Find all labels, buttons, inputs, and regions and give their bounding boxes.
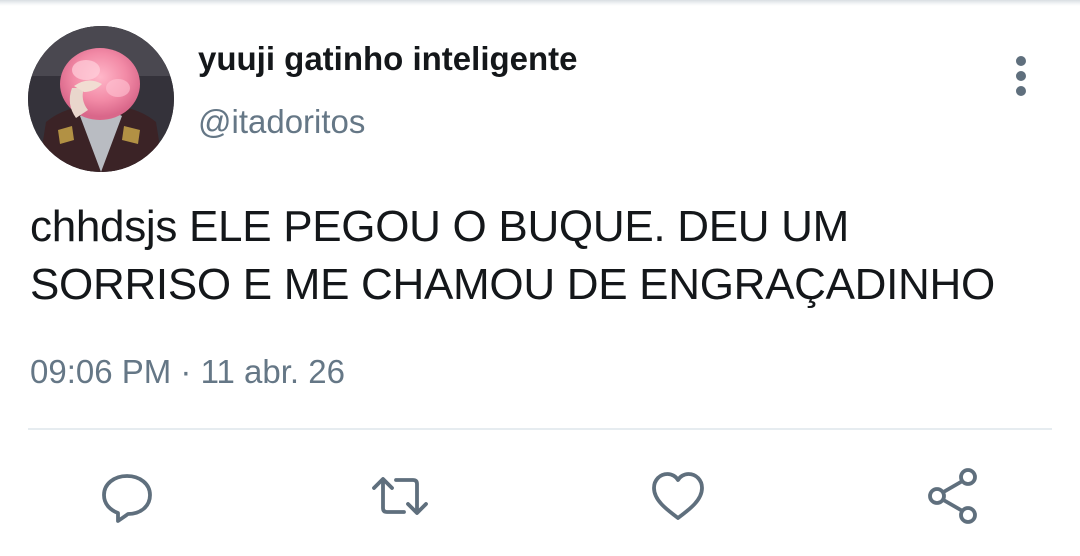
heart-icon xyxy=(652,472,704,520)
tweet-text-line: chhdsjs ELE PEGOU O BUQUE. DEU UM xyxy=(30,202,849,251)
divider xyxy=(28,428,1052,430)
top-edge-shadow xyxy=(0,0,1080,6)
like-button[interactable] xyxy=(648,466,708,526)
user-handle[interactable]: @itadoritos xyxy=(198,103,365,141)
tweet-text: chhdsjs ELE PEGOU O BUQUE. DEU UM SORRIS… xyxy=(30,198,1070,314)
avatar[interactable] xyxy=(28,26,174,172)
more-options-button[interactable] xyxy=(1004,54,1038,98)
share-button[interactable] xyxy=(923,466,983,526)
reply-button[interactable] xyxy=(97,466,157,526)
share-icon xyxy=(928,468,977,524)
display-name[interactable]: yuuji gatinho inteligente xyxy=(198,40,578,78)
tweet-text-line: SORRISO E ME CHAMOU DE ENGRAÇADINHO xyxy=(30,260,995,309)
tweet-timestamp: 09:06 PM · 11 abr. 26 xyxy=(30,353,345,390)
retweet-button[interactable] xyxy=(370,466,430,526)
reply-icon xyxy=(102,474,152,523)
retweet-icon xyxy=(372,477,428,515)
avatar-image xyxy=(28,26,174,172)
